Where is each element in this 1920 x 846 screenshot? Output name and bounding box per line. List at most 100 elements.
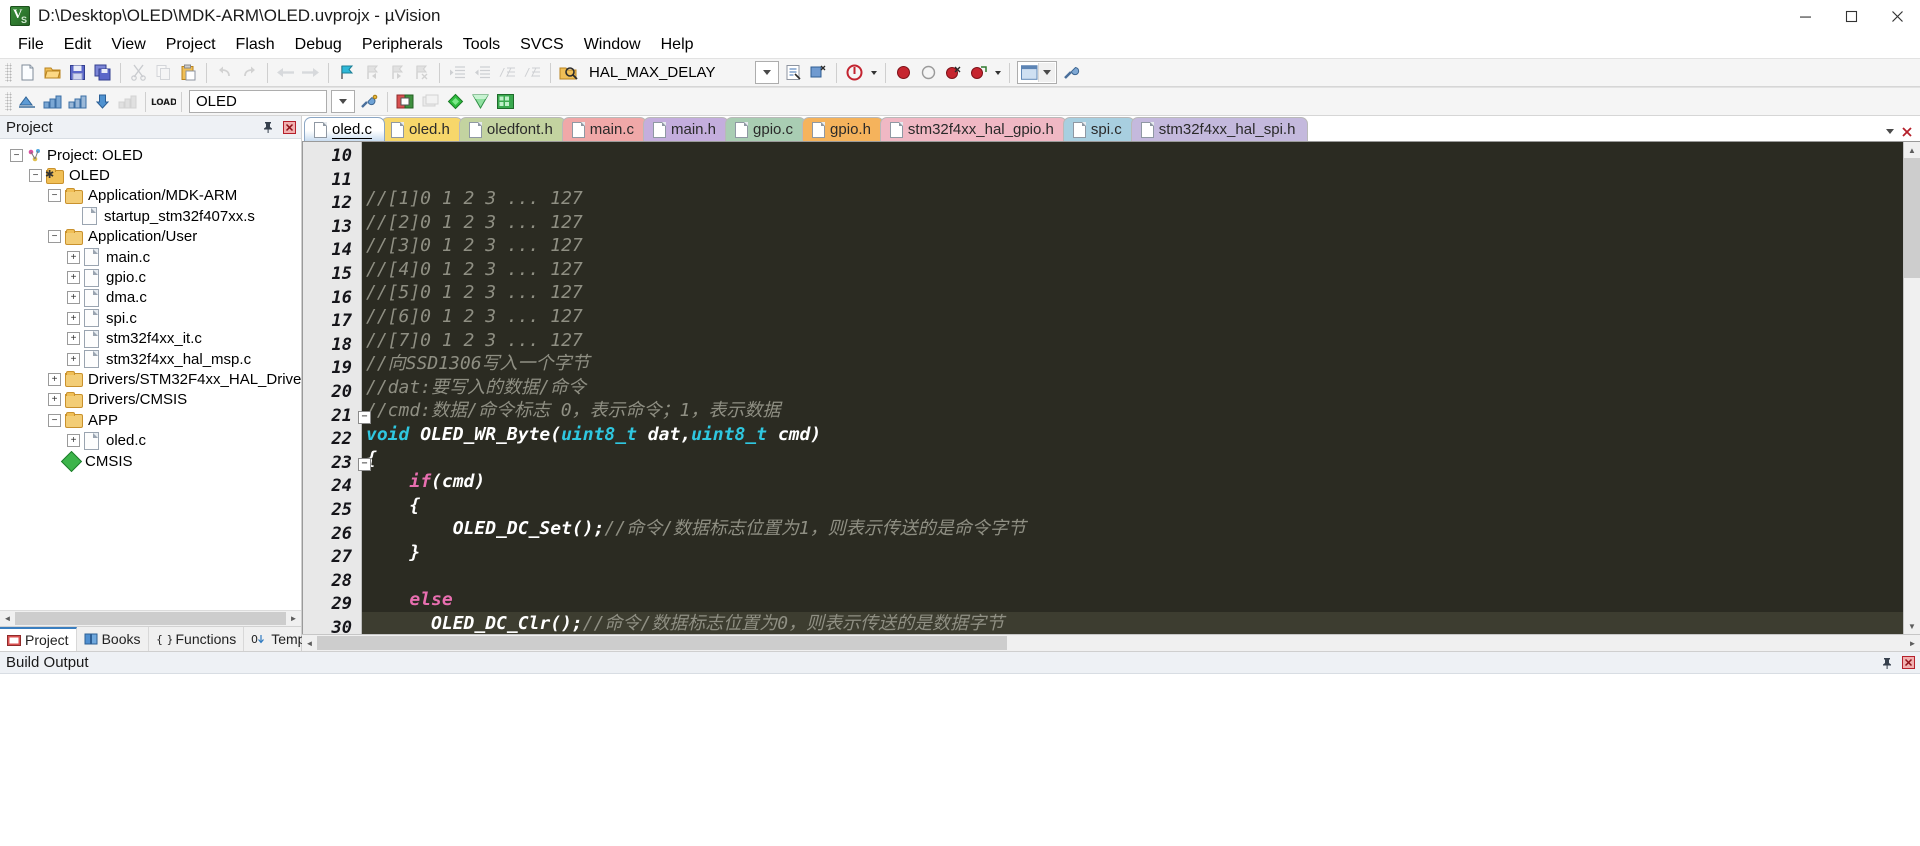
scroll-up-icon[interactable]: ▲ (1904, 142, 1920, 158)
collapse-toggle-icon[interactable]: − (10, 148, 23, 162)
target-dropdown-button[interactable] (331, 90, 355, 113)
tree-item[interactable]: + dma.c (0, 288, 301, 308)
configure-icon[interactable] (1059, 61, 1084, 84)
tab-books[interactable]: Books (77, 627, 149, 651)
close-icon[interactable] (1899, 654, 1917, 672)
code-line[interactable] (362, 565, 1903, 589)
code-line[interactable]: //[7]0 1 2 3 ... 127 (362, 329, 1903, 353)
code-line[interactable]: //[4]0 1 2 3 ... 127 (362, 258, 1903, 282)
editor-tab[interactable]: spi.c (1062, 117, 1135, 141)
tree-item[interactable]: + gpio.c (0, 267, 301, 287)
open-file-icon[interactable] (40, 61, 65, 84)
tree-item[interactable]: + Drivers/STM32F4xx_HAL_Driver (0, 369, 301, 389)
expand-toggle-icon[interactable]: + (67, 271, 80, 285)
toolbar-grip[interactable] (5, 63, 12, 82)
save-icon[interactable] (65, 61, 90, 84)
hscroll-thumb[interactable] (15, 612, 286, 625)
code-line[interactable]: if(cmd) (362, 470, 1903, 494)
pack-manager-icon[interactable] (493, 90, 518, 113)
minimize-button[interactable] (1782, 0, 1828, 32)
code-line[interactable]: //向SSD1306写入一个字节 (362, 352, 1903, 376)
collapse-toggle-icon[interactable]: − (48, 230, 61, 244)
collapse-toggle-icon[interactable]: − (48, 189, 61, 203)
code-line[interactable]: { (362, 494, 1903, 518)
incremental-find-icon[interactable] (806, 61, 831, 84)
tab-project[interactable]: Project (0, 627, 77, 651)
window-layout-combo[interactable] (1017, 61, 1057, 84)
expand-toggle-icon[interactable]: + (67, 311, 80, 325)
tree-item[interactable]: + Drivers/CMSIS (0, 390, 301, 410)
menu-project[interactable]: Project (156, 33, 226, 57)
collapse-toggle-icon[interactable]: − (48, 413, 61, 427)
breakpoint-enable-icon[interactable] (966, 61, 991, 84)
bookmark-toggle-icon[interactable] (334, 61, 359, 84)
scroll-left-icon[interactable]: ◄ (302, 636, 317, 650)
tab-list-dropdown-icon[interactable] (1882, 124, 1897, 139)
code-line[interactable]: //[5]0 1 2 3 ... 127 (362, 281, 1903, 305)
comment-icon[interactable]: // (495, 61, 520, 84)
menu-tools[interactable]: Tools (453, 33, 510, 57)
save-all-icon[interactable] (90, 61, 115, 84)
editor-tab[interactable]: oled.c (304, 117, 386, 141)
menu-svcs[interactable]: SVCS (510, 33, 574, 57)
editor-tab[interactable]: gpio.c (725, 117, 807, 141)
code-line[interactable]: { (362, 447, 1903, 471)
vscroll-thumb[interactable] (1904, 158, 1920, 278)
navigate-forward-icon[interactable] (298, 61, 323, 84)
expand-toggle-icon[interactable]: + (67, 250, 80, 264)
translate-icon[interactable] (15, 90, 40, 113)
menu-view[interactable]: View (101, 33, 155, 57)
code-line[interactable]: //[6]0 1 2 3 ... 127 (362, 305, 1903, 329)
vscroll-track[interactable] (1904, 158, 1920, 618)
uncomment-icon[interactable]: // (520, 61, 545, 84)
select-software-icon[interactable] (468, 90, 493, 113)
download-icon[interactable]: LOAD (151, 90, 176, 113)
indent-icon[interactable] (445, 61, 470, 84)
menu-flash[interactable]: Flash (226, 33, 285, 57)
project-tree-hscrollbar[interactable]: ◄ ► (0, 610, 301, 626)
expand-toggle-icon[interactable]: + (48, 393, 61, 407)
tree-item[interactable]: + stm32f4xx_it.c (0, 329, 301, 349)
build-output-content[interactable] (0, 674, 1920, 846)
tree-item[interactable]: − Application/MDK-ARM (0, 186, 301, 206)
debug-session-icon[interactable] (842, 61, 867, 84)
expand-toggle-icon[interactable]: + (67, 332, 80, 346)
scroll-down-icon[interactable]: ▼ (1904, 618, 1920, 634)
editor-tab[interactable]: stm32f4xx_hal_spi.h (1130, 117, 1309, 141)
maximize-button[interactable] (1828, 0, 1874, 32)
build-icon[interactable] (40, 90, 65, 113)
new-file-icon[interactable] (15, 61, 40, 84)
code-line[interactable]: void OLED_WR_Byte(uint8_t dat,uint8_t cm… (362, 423, 1903, 447)
expand-toggle-icon[interactable]: + (48, 372, 61, 386)
rebuild-icon[interactable] (65, 90, 90, 113)
menu-debug[interactable]: Debug (285, 33, 352, 57)
breakpoint-clear-icon[interactable] (941, 61, 966, 84)
breakpoint-dropdown-icon[interactable] (991, 61, 1004, 84)
code-line[interactable]: //[3]0 1 2 3 ... 127 (362, 234, 1903, 258)
scroll-left-icon[interactable]: ◄ (0, 612, 15, 625)
menu-help[interactable]: Help (651, 33, 704, 57)
code-line[interactable]: //[1]0 1 2 3 ... 127 (362, 187, 1903, 211)
batch-build-icon[interactable] (90, 90, 115, 113)
expand-toggle-icon[interactable]: + (67, 291, 80, 305)
debug-dropdown-icon[interactable] (867, 61, 880, 84)
search-input[interactable]: HAL_MAX_DELAY (589, 64, 749, 81)
tree-item[interactable]: + main.c (0, 247, 301, 267)
editor-tab[interactable]: main.h (642, 117, 730, 141)
tree-item[interactable]: − Project: OLED (0, 145, 301, 165)
editor-hscrollbar[interactable]: ◄ ► (302, 634, 1920, 651)
tree-item[interactable]: − Application/User (0, 227, 301, 247)
code-line[interactable]: OLED_DC_Set();//命令/数据标志位置为1，则表示传送的是命令字节 (362, 517, 1903, 541)
code-fold-toggle-icon[interactable]: − (358, 457, 371, 471)
tree-item[interactable]: + oled.c (0, 430, 301, 450)
code-line[interactable]: //[2]0 1 2 3 ... 127 (362, 211, 1903, 235)
project-tree[interactable]: − Project: OLED − ✱ OLED − Application/MDK-ARM… (0, 139, 301, 610)
menu-window[interactable]: Window (574, 33, 651, 57)
undo-icon[interactable] (212, 61, 237, 84)
target-options-icon[interactable] (357, 90, 382, 113)
close-button[interactable] (1874, 0, 1920, 32)
code-line[interactable]: else (362, 588, 1903, 612)
tree-item[interactable]: − APP (0, 410, 301, 430)
manage-rte-icon[interactable] (443, 90, 468, 113)
bookmark-prev-icon[interactable] (359, 61, 384, 84)
